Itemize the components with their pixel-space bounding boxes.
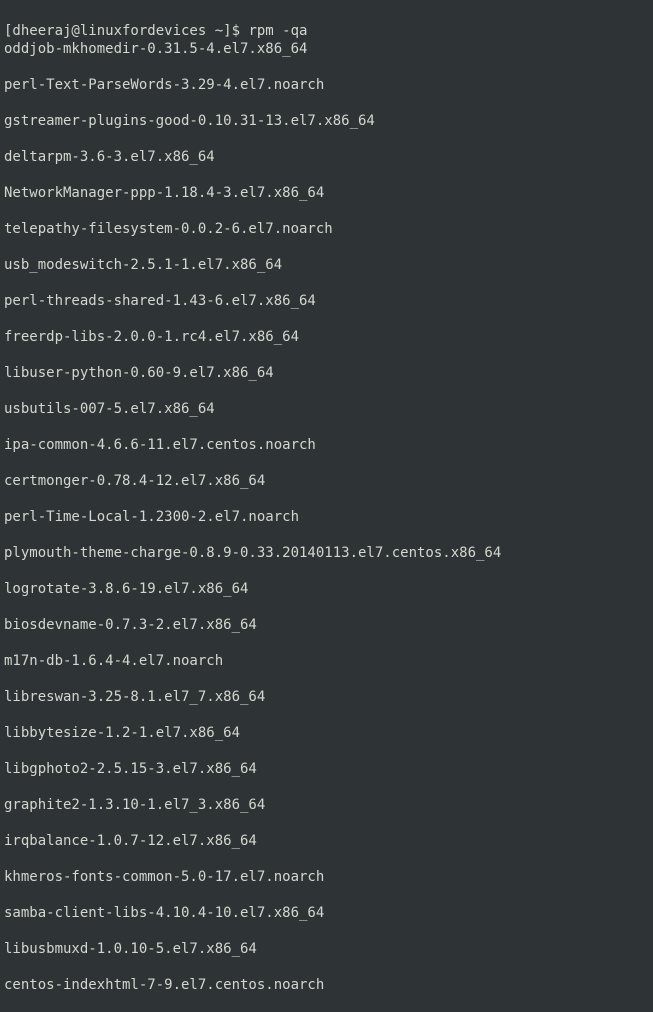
package-line: plymouth-theme-charge-0.8.9-0.33.2014011… [4, 544, 649, 562]
package-line: oddjob-mkhomedir-0.31.5-4.el7.x86_64 [4, 40, 649, 58]
package-line: libusbmuxd-1.0.10-5.el7.x86_64 [4, 940, 649, 958]
package-line: ipa-common-4.6.6-11.el7.centos.noarch [4, 436, 649, 454]
package-line: m17n-db-1.6.4-4.el7.noarch [4, 652, 649, 670]
package-line: libuser-python-0.60-9.el7.x86_64 [4, 364, 649, 382]
package-line: perl-threads-shared-1.43-6.el7.x86_64 [4, 292, 649, 310]
package-line: freerdp-libs-2.0.0-1.rc4.el7.x86_64 [4, 328, 649, 346]
package-line: usb_modeswitch-2.5.1-1.el7.x86_64 [4, 256, 649, 274]
package-line: usbutils-007-5.el7.x86_64 [4, 400, 649, 418]
shell-prompt: [dheeraj@linuxfordevices ~]$ [4, 23, 248, 39]
package-line: irqbalance-1.0.7-12.el7.x86_64 [4, 832, 649, 850]
package-line: logrotate-3.8.6-19.el7.x86_64 [4, 580, 649, 598]
package-line: NetworkManager-ppp-1.18.4-3.el7.x86_64 [4, 184, 649, 202]
package-line: telepathy-filesystem-0.0.2-6.el7.noarch [4, 220, 649, 238]
package-line: khmeros-fonts-common-5.0-17.el7.noarch [4, 868, 649, 886]
package-line: graphite2-1.3.10-1.el7_3.x86_64 [4, 796, 649, 814]
prompt-line: [dheeraj@linuxfordevices ~]$ rpm -qa [4, 23, 307, 39]
package-line: samba-client-libs-4.10.4-10.el7.x86_64 [4, 904, 649, 922]
package-line: biosdevname-0.7.3-2.el7.x86_64 [4, 616, 649, 634]
package-line: centos-indexhtml-7-9.el7.centos.noarch [4, 976, 649, 994]
package-line: libreswan-3.25-8.1.el7_7.x86_64 [4, 688, 649, 706]
command-text: rpm -qa [248, 23, 307, 39]
package-line: perl-Time-Local-1.2300-2.el7.noarch [4, 508, 649, 526]
package-line: certmonger-0.78.4-12.el7.x86_64 [4, 472, 649, 490]
package-line: deltarpm-3.6-3.el7.x86_64 [4, 148, 649, 166]
package-line: libgphoto2-2.5.15-3.el7.x86_64 [4, 760, 649, 778]
package-line: perl-Text-ParseWords-3.29-4.el7.noarch [4, 76, 649, 94]
package-line: gstreamer-plugins-good-0.10.31-13.el7.x8… [4, 112, 649, 130]
package-line: libbytesize-1.2-1.el7.x86_64 [4, 724, 649, 742]
terminal-window[interactable]: [dheeraj@linuxfordevices ~]$ rpm -qa odd… [4, 4, 649, 1012]
